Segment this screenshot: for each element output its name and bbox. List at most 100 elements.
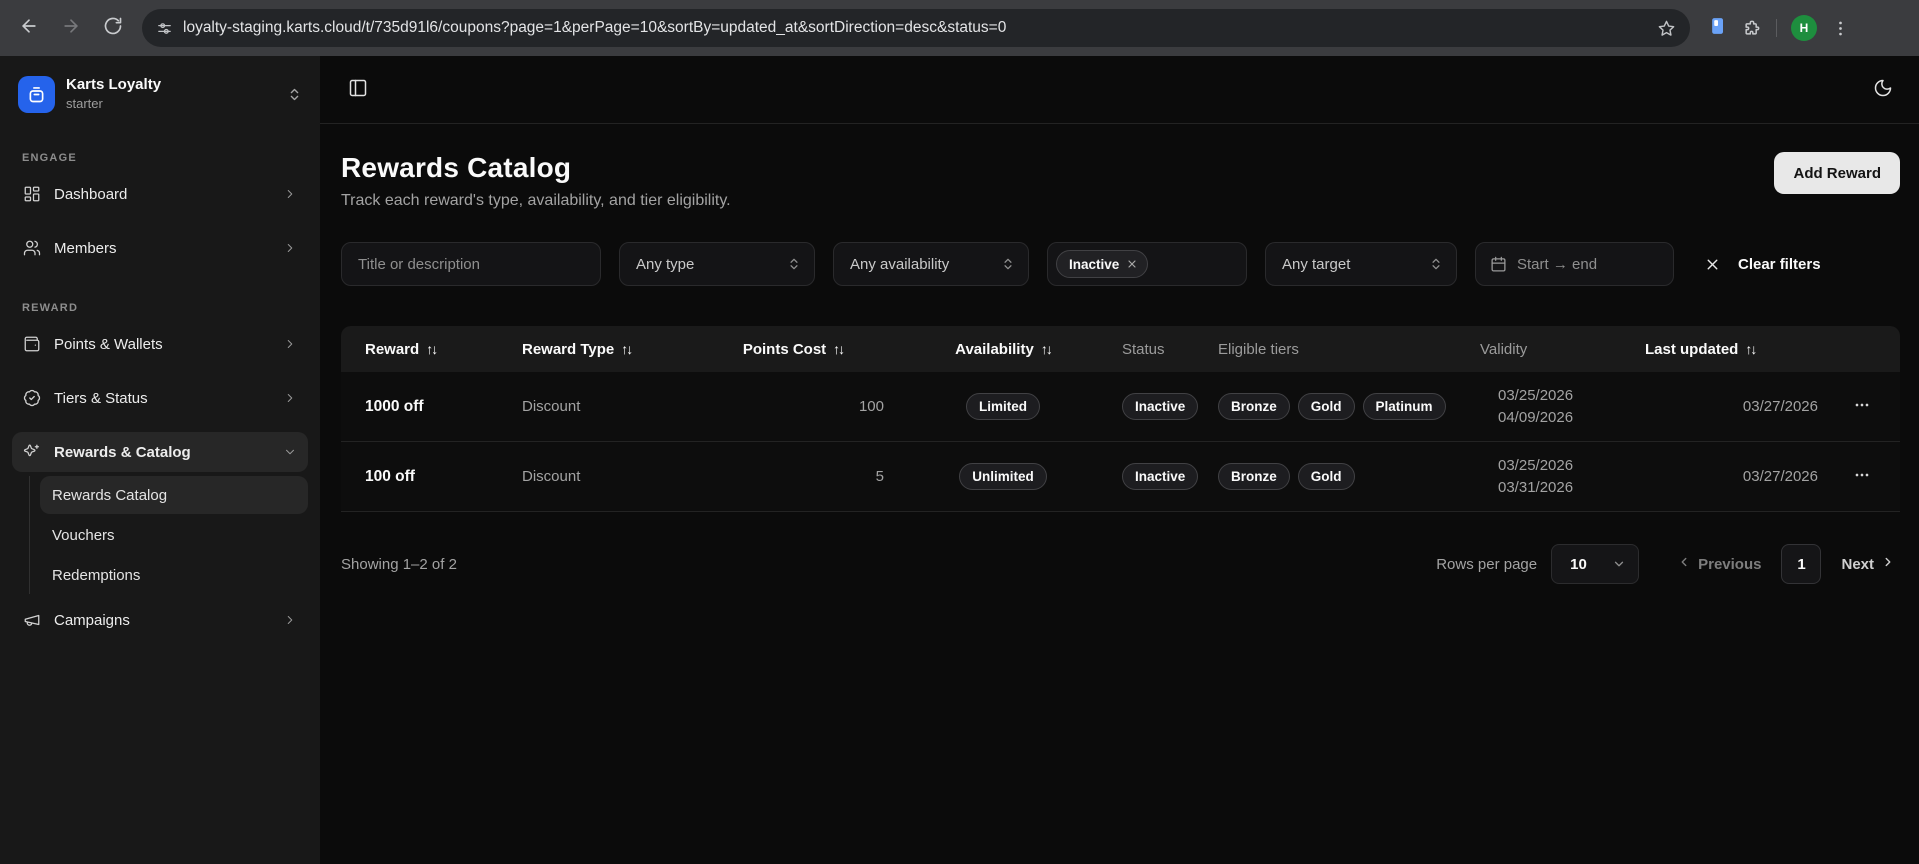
column-header-reward[interactable]: Reward↑↓: [365, 341, 522, 358]
back-icon: [19, 16, 39, 41]
panel-left-icon: [348, 78, 368, 101]
bookmark-star-icon[interactable]: [1657, 19, 1676, 38]
org-name: Karts Loyalty: [66, 76, 161, 94]
section-label-engage: ENGAGE: [22, 152, 308, 164]
sidebar-subitem-vouchers[interactable]: Vouchers: [40, 516, 308, 554]
browser-reload-button[interactable]: [94, 9, 132, 47]
column-label: Availability: [955, 341, 1034, 358]
chip-remove-icon[interactable]: [1126, 258, 1138, 270]
status-cell: Inactive: [1122, 463, 1218, 490]
dashboard-icon: [23, 185, 41, 203]
sidebar-item-label: Campaigns: [54, 612, 130, 629]
reward-name: 100 off: [365, 468, 522, 486]
theme-toggle-button[interactable]: [1873, 78, 1893, 101]
megaphone-icon: [23, 611, 41, 629]
date-range-picker[interactable]: Start → end: [1475, 242, 1674, 286]
table-row: 100 offDiscount5UnlimitedInactiveBronzeG…: [341, 442, 1900, 512]
last-updated: 03/27/2026: [1743, 468, 1818, 485]
sidebar-item-tiers-status[interactable]: Tiers & Status: [12, 378, 308, 418]
row-actions: [1848, 391, 1876, 422]
target-select[interactable]: Any target: [1265, 242, 1457, 286]
address-bar[interactable]: loyalty-staging.karts.cloud/t/735d91l6/c…: [142, 9, 1690, 47]
page-subtitle: Track each reward's type, availability, …: [341, 192, 731, 210]
sidebar-nav: ENGAGE Dashboard Members REWARD Points & Wal…: [12, 152, 308, 640]
chevron-right-icon: [283, 241, 297, 255]
sort-icon: ↑↓: [1041, 341, 1051, 357]
clear-filters-button[interactable]: Clear filters: [1704, 256, 1821, 273]
page-header: Rewards Catalog Track each reward's type…: [341, 152, 1900, 210]
validity-date: 03/25/2026: [1498, 455, 1645, 477]
next-label: Next: [1841, 556, 1874, 573]
sidebar-subitem-redemptions[interactable]: Redemptions: [40, 556, 308, 594]
side-panel-icon[interactable]: [1708, 15, 1728, 42]
type-select[interactable]: Any type: [619, 242, 815, 286]
rows-per-page-value: 10: [1570, 556, 1612, 573]
topbar: [320, 56, 1919, 124]
availability-select[interactable]: Any availability: [833, 242, 1029, 286]
x-icon: [1704, 256, 1721, 273]
status-chip[interactable]: Inactive: [1056, 250, 1148, 278]
row-actions: [1848, 461, 1876, 492]
browser-menu-icon[interactable]: [1831, 19, 1850, 38]
chevrons-up-down-icon: [1001, 257, 1015, 271]
sidebar-toggle-button[interactable]: [348, 78, 368, 101]
sort-icon: ↑↓: [426, 341, 436, 357]
profile-avatar[interactable]: H: [1791, 15, 1817, 41]
section-label-reward: REWARD: [22, 302, 308, 314]
sidebar-item-campaigns[interactable]: Campaigns: [12, 600, 308, 640]
eligible-tiers-cell: BronzeGoldPlatinum: [1218, 393, 1480, 420]
site-settings-icon[interactable]: [156, 20, 173, 37]
chevron-right-icon: [283, 391, 297, 405]
points-cost: 5: [876, 468, 884, 485]
content: Rewards Catalog Track each reward's type…: [320, 124, 1919, 584]
availability-badge: Limited: [966, 393, 1040, 420]
chevron-left-icon: [1677, 555, 1691, 573]
sidebar-item-members[interactable]: Members: [12, 228, 308, 268]
column-label: Status: [1122, 341, 1165, 358]
chevron-down-icon: [283, 445, 297, 459]
reward-type: Discount: [522, 398, 702, 415]
row-menu-button[interactable]: [1848, 461, 1876, 492]
table-header-row: Reward↑↓Reward Type↑↓ Points Cost↑↓ Availa…: [341, 326, 1900, 372]
sidebar-item-dashboard[interactable]: Dashboard: [12, 174, 308, 214]
validity-date: 03/25/2026: [1498, 385, 1645, 407]
org-meta: Karts Loyalty starter: [66, 76, 161, 112]
sidebar-subitem-rewards-catalog[interactable]: Rewards Catalog: [40, 476, 308, 514]
sparkles-icon: [23, 443, 41, 461]
extensions-icon[interactable]: [1742, 18, 1762, 38]
search-input[interactable]: [342, 256, 600, 273]
sidebar-item-points-wallets[interactable]: Points & Wallets: [12, 324, 308, 364]
sidebar-item-rewards-catalog[interactable]: Rewards & Catalog: [12, 432, 308, 472]
tier-badge-gold: Gold: [1298, 393, 1355, 420]
column-header-reward-type[interactable]: Reward Type↑↓: [522, 341, 702, 358]
browser-actions: H: [1708, 15, 1850, 42]
column-header-last-updated[interactable]: Last updated↑↓: [1645, 341, 1818, 358]
validity-cell: 03/25/202603/31/2026: [1480, 455, 1645, 499]
browser-forward-button[interactable]: [52, 9, 90, 47]
browser-toolbar: loyalty-staging.karts.cloud/t/735d91l6/c…: [0, 0, 1919, 56]
browser-back-button[interactable]: [10, 9, 48, 47]
validity-date: 04/09/2026: [1498, 407, 1645, 429]
column-header-points-cost[interactable]: Points Cost↑↓: [743, 341, 843, 358]
sidebar-item-label: Points & Wallets: [54, 336, 163, 353]
rows-per-page-label: Rows per page: [1436, 556, 1537, 573]
current-page-indicator[interactable]: 1: [1781, 544, 1821, 584]
url-text[interactable]: loyalty-staging.karts.cloud/t/735d91l6/c…: [183, 19, 1647, 37]
validity-date: 03/31/2026: [1498, 477, 1645, 499]
row-menu-button[interactable]: [1848, 391, 1876, 422]
availability-cell: Limited: [966, 393, 1040, 420]
rows-per-page-select[interactable]: 10: [1551, 544, 1639, 584]
pager: Previous 1 Next: [1677, 544, 1895, 584]
add-reward-button[interactable]: Add Reward: [1774, 152, 1900, 194]
next-page-button[interactable]: Next: [1841, 555, 1895, 573]
ellipsis-icon: [1852, 395, 1872, 418]
column-header-availability[interactable]: Availability ↑↓: [955, 341, 1051, 358]
sidebar-item-label: Dashboard: [54, 186, 127, 203]
status-badge: Inactive: [1122, 393, 1198, 420]
org-switcher[interactable]: Karts Loyalty starter: [12, 70, 308, 118]
status-filter[interactable]: Inactive: [1047, 242, 1247, 286]
badge-check-icon: [23, 389, 41, 407]
toolbar-divider: [1776, 19, 1777, 37]
previous-page-button[interactable]: Previous: [1677, 555, 1761, 573]
validity-cell: 03/25/202604/09/2026: [1480, 385, 1645, 429]
